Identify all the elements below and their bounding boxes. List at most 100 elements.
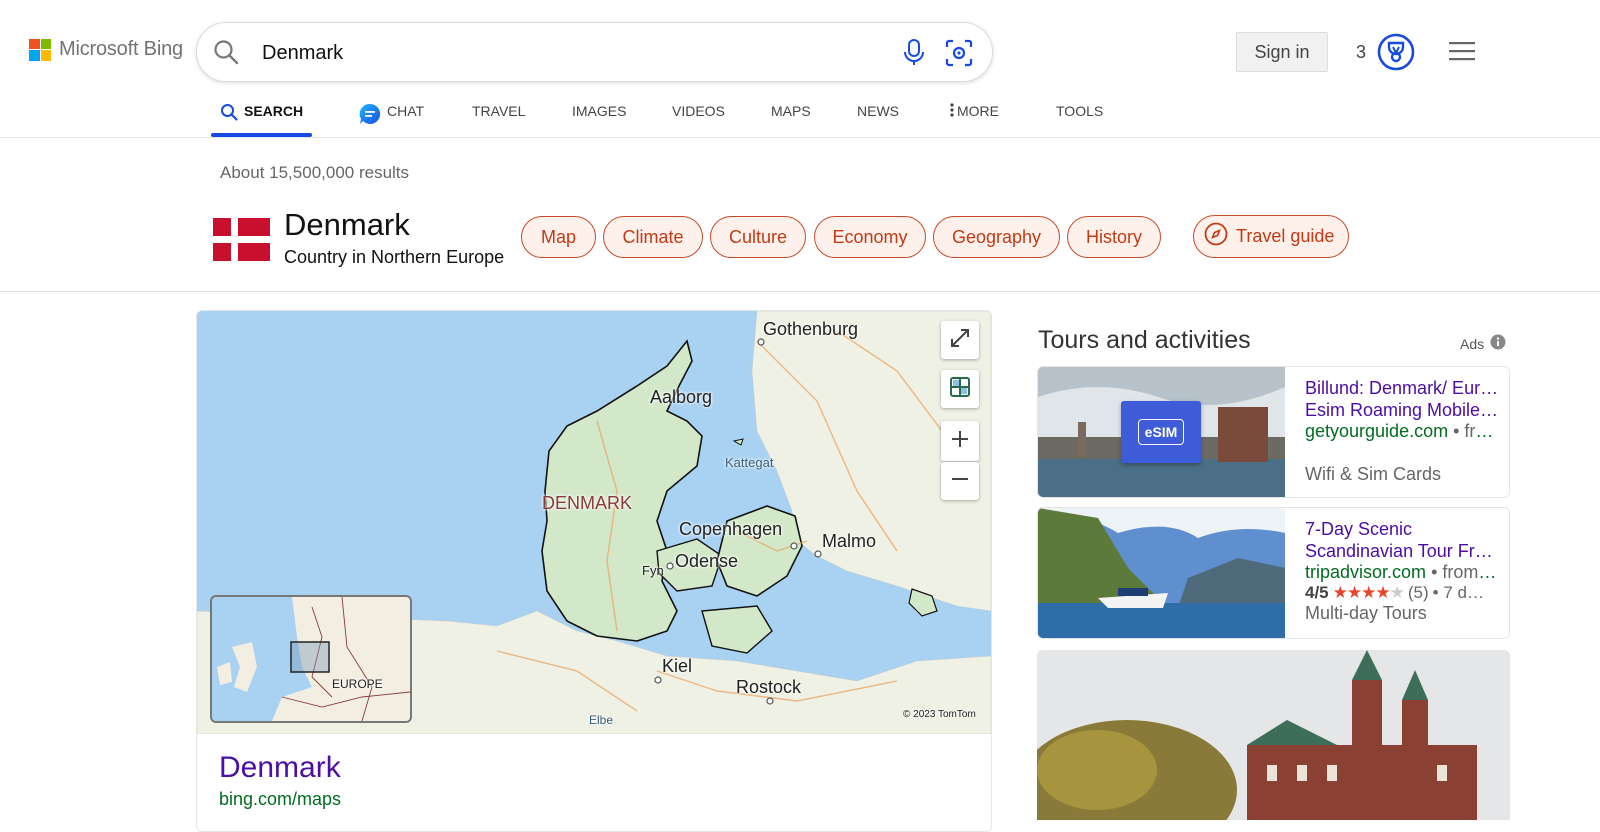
map-style-button[interactable] <box>941 370 979 408</box>
ad-rating-row: 4/5 ★★★★★ (5) • 7 d… <box>1305 583 1501 603</box>
microsoft-logo-icon <box>29 38 51 61</box>
map-label-malmo: Malmo <box>822 531 877 551</box>
zoom-in-button[interactable] <box>941 421 979 461</box>
search-input[interactable] <box>260 41 824 66</box>
map-label-elbe: Elbe <box>589 713 614 727</box>
map-layers-icon <box>950 376 970 402</box>
search-icon <box>220 103 238 124</box>
tab-label: IMAGES <box>572 103 627 119</box>
info-icon[interactable] <box>1490 334 1506 353</box>
more-vertical-icon <box>950 103 954 120</box>
compass-icon <box>1204 222 1228 251</box>
tab-label: VIDEOS <box>672 103 725 119</box>
tab-travel[interactable]: TRAVEL <box>472 100 572 137</box>
tab-label: TOOLS <box>1056 103 1104 119</box>
tab-label: MORE <box>957 103 999 119</box>
map-label-kattegat: Kattegat <box>725 455 774 470</box>
map-card: Gothenburg Aalborg Kattegat DENMARK Cope… <box>196 310 992 832</box>
visual-search-icon[interactable] <box>945 39 973 72</box>
rewards-trophy-icon[interactable] <box>1377 33 1415 76</box>
pill-culture[interactable]: Culture <box>710 216 806 258</box>
pill-history[interactable]: History <box>1067 216 1161 258</box>
ad-category: Multi-day Tours <box>1305 603 1427 623</box>
minus-icon <box>950 469 970 494</box>
travel-guide-button[interactable]: Travel guide <box>1193 215 1349 258</box>
bing-logo[interactable]: Microsoft Bing <box>29 38 183 61</box>
esim-badge-text: eSIM <box>1137 419 1185 445</box>
ad-domain[interactable]: getyourguide.com <box>1305 421 1448 441</box>
tab-news[interactable]: NEWS <box>857 100 950 137</box>
ad-title-line1[interactable]: 7-Day Scenic <box>1305 518 1501 540</box>
tab-tools[interactable]: TOOLS <box>1056 100 1136 137</box>
travel-guide-label: Travel guide <box>1236 226 1335 246</box>
tab-maps[interactable]: MAPS <box>771 100 857 137</box>
tab-images[interactable]: IMAGES <box>572 100 672 137</box>
ad-domain[interactable]: tripadvisor.com <box>1305 562 1426 582</box>
castle-image[interactable] <box>1037 650 1510 820</box>
tab-videos[interactable]: VIDEOS <box>672 100 771 137</box>
ad-domain-row: tripadvisor.com • from … <box>1305 562 1501 583</box>
search-icon[interactable] <box>213 39 239 70</box>
map-label-gothenburg: Gothenburg <box>763 319 859 339</box>
tab-label: MAPS <box>771 103 811 119</box>
map-label-aalborg: Aalborg <box>650 387 713 407</box>
pill-climate[interactable]: Climate <box>603 216 703 258</box>
map-label-odense: Odense <box>675 551 739 571</box>
ad-rating: 4/5 <box>1305 583 1329 602</box>
hamburger-menu-icon[interactable] <box>1449 41 1475 66</box>
tab-more[interactable]: MORE <box>950 100 1056 137</box>
chat-icon <box>359 103 381 128</box>
ad-title-line1[interactable]: Billund: Denmark/ Europe <box>1305 377 1501 399</box>
europe-inset-map <box>217 597 410 721</box>
esim-badge: eSIM <box>1121 401 1201 463</box>
map-label-fyn: Fyn <box>642 563 664 578</box>
zoom-out-button[interactable] <box>941 462 979 500</box>
section-divider <box>0 291 1600 292</box>
tab-chat[interactable]: CHAT <box>359 100 472 137</box>
search-box[interactable] <box>196 22 993 82</box>
search-nav: SEARCH CHAT TRAVEL IMAGES VIDEOS MAPS NE… <box>211 100 1136 137</box>
tab-label: TRAVEL <box>472 103 526 119</box>
ads-text: Ads <box>1460 335 1485 352</box>
ad-card-esim[interactable]: eSIM Billund: Denmark/ Europe Esim Roami… <box>1037 366 1510 498</box>
tab-label: NEWS <box>857 103 899 119</box>
plus-icon <box>950 429 970 454</box>
ad-review-count: (5) <box>1407 583 1429 602</box>
ad-card-scandinavian-tour[interactable]: 7-Day Scenic Scandinavian Tour Fro… trip… <box>1037 507 1510 639</box>
rewards-count[interactable]: 3 <box>1356 42 1366 63</box>
ad-body: Billund: Denmark/ Europe Esim Roaming Mo… <box>1305 377 1501 485</box>
ad-thumbnail-fjord <box>1038 508 1285 638</box>
tours-heading: Tours and activities <box>1038 326 1251 354</box>
microphone-icon[interactable] <box>903 39 925 72</box>
map-expand-button[interactable] <box>941 321 979 359</box>
map-inset-overview[interactable]: EUROPE <box>210 595 412 723</box>
denmark-flag <box>213 218 270 266</box>
tab-label: CHAT <box>387 103 425 119</box>
entity-title[interactable]: Denmark <box>284 207 410 243</box>
ads-label[interactable]: Ads <box>1460 334 1506 353</box>
pill-map[interactable]: Map <box>521 216 596 258</box>
map-label-kiel: Kiel <box>662 656 693 676</box>
map-copyright: © 2023 TomTom <box>903 709 976 720</box>
map-label-rostock: Rostock <box>736 677 802 697</box>
ad-price: • from … <box>1431 562 1501 582</box>
map-label-copenhagen: Copenhagen <box>679 519 783 539</box>
ad-title-line2[interactable]: Scandinavian Tour Fro… <box>1305 540 1501 562</box>
ad-duration: • 7 d… <box>1432 583 1484 602</box>
ad-category: Wifi & Sim Cards <box>1305 464 1442 484</box>
expand-icon <box>949 327 971 354</box>
tab-search[interactable]: SEARCH <box>211 100 359 137</box>
tab-label: SEARCH <box>244 103 304 119</box>
ad-title-line2[interactable]: Esim Roaming Mobile… <box>1305 399 1501 421</box>
nav-divider <box>0 137 1600 138</box>
map-result-title[interactable]: Denmark <box>219 751 341 785</box>
map-result-url[interactable]: bing.com/maps <box>219 789 341 810</box>
pill-economy[interactable]: Economy <box>814 216 926 258</box>
sign-in-button[interactable]: Sign in <box>1236 32 1328 72</box>
ad-thumbnail-esim: eSIM <box>1038 367 1285 497</box>
map-view[interactable]: Gothenburg Aalborg Kattegat DENMARK Cope… <box>197 311 991 734</box>
star-rating-icon: ★★★★★ <box>1332 583 1405 602</box>
ad-body: 7-Day Scenic Scandinavian Tour Fro… trip… <box>1305 518 1501 624</box>
pill-geography[interactable]: Geography <box>933 216 1060 258</box>
result-count: About 15,500,000 results <box>220 163 410 182</box>
